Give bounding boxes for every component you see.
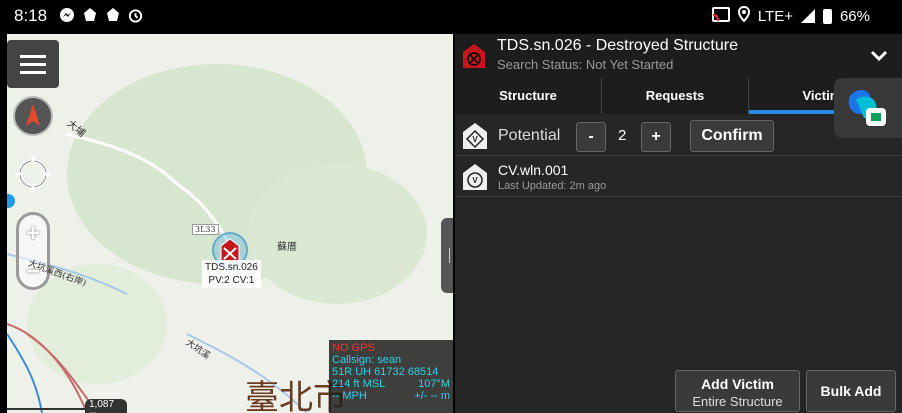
location-info-box: NO GPS Callsign: sean 51R UH 61732 68514…: [329, 340, 453, 413]
status-right: LTE+ 66%: [711, 5, 870, 26]
signal-icon: [800, 9, 815, 23]
altitude-text: 214 ft MSL: [332, 378, 386, 390]
marker-label-counts: PV:2 CV:1: [208, 275, 255, 286]
video-call-app-icon: [848, 90, 886, 126]
potential-label: Potential: [498, 127, 561, 144]
add-victim-sublabel: Entire Structure: [692, 394, 783, 409]
potential-victim-icon: V: [463, 123, 487, 149]
map-place-label: 蘇厝: [277, 242, 297, 253]
svg-text:V: V: [472, 135, 478, 144]
svg-text:V: V: [472, 176, 478, 185]
locate-button[interactable]: [13, 154, 53, 194]
zoom-control: + −: [16, 212, 50, 290]
notification-icon: [81, 6, 98, 23]
victim-name: CV.wln.001: [498, 162, 569, 178]
floating-app-bubble[interactable]: [834, 78, 902, 138]
altitude-row: 214 ft MSL 107°M: [332, 378, 450, 390]
panel-header: TDS.sn.026 - Destroyed Structure Search …: [455, 34, 902, 78]
victim-last-updated: Last Updated: 2m ago: [498, 180, 607, 192]
potential-increment-button[interactable]: +: [641, 122, 671, 152]
compass-icon: [26, 104, 40, 126]
potential-value: 2: [618, 127, 627, 144]
compass-button[interactable]: [13, 96, 53, 136]
battery-icon: [822, 8, 832, 24]
callsign-text: Callsign: sean: [332, 354, 402, 366]
grid-ref: 51R UH 61732 68514: [332, 366, 450, 378]
crosshair-icon: [15, 156, 51, 192]
grid-ref-text: 51R UH 61732 68514: [332, 366, 439, 378]
marker-label: TDS.sn.026 PV:2 CV:1: [202, 260, 261, 288]
marker-label-id: TDS.sn.026: [205, 262, 258, 273]
tab-requests-label: Requests: [645, 88, 705, 103]
bulk-add-button[interactable]: Bulk Add: [806, 370, 896, 412]
battery-label: 66%: [839, 7, 870, 25]
add-victim-label: Add Victim: [701, 376, 774, 392]
callsign: Callsign: sean: [332, 354, 450, 366]
panel-resize-handle[interactable]: [441, 218, 453, 293]
status-time: 8:18: [14, 6, 48, 25]
alarm-icon: [127, 6, 144, 23]
scale-label: 1,087 m: [85, 399, 127, 413]
status-bar: 8:18 LTE+ 66%: [0, 0, 902, 34]
menu-button[interactable]: [7, 40, 59, 88]
zoom-in-button[interactable]: +: [19, 215, 47, 253]
location-icon: [737, 5, 750, 26]
cast-icon: [711, 6, 730, 26]
chevron-down-icon: [870, 50, 888, 62]
tab-requests[interactable]: Requests: [602, 78, 749, 114]
speed-text: -- MPH: [332, 390, 367, 402]
messenger-icon: [58, 6, 75, 23]
collapse-button[interactable]: [870, 46, 888, 67]
confirm-button[interactable]: Confirm: [690, 120, 774, 152]
network-label: LTE+: [757, 7, 793, 25]
potential-decrement-button[interactable]: -: [576, 122, 606, 152]
victim-list-item[interactable]: V CV.wln.001 Last Updated: 2m ago: [455, 157, 902, 197]
accuracy-text: +/- -- m: [414, 390, 450, 402]
heading-text: 107°M: [418, 378, 450, 390]
tab-structure[interactable]: Structure: [455, 78, 602, 114]
confirmed-victim-icon: V: [463, 164, 487, 190]
hamburger-icon-bar: [20, 70, 46, 74]
search-status: Search Status: Not Yet Started: [497, 57, 674, 72]
notification-icon: [104, 6, 121, 23]
tab-structure-label: Structure: [499, 88, 557, 103]
add-victim-button[interactable]: Add Victim Entire Structure: [675, 370, 800, 412]
speed-row: -- MPH +/- -- m: [332, 390, 450, 402]
map-view[interactable]: + − 大埔 3L33 蘇厝 大坑溪西(右岸) 大坑溪 臺北市 TDS.sn.0…: [7, 34, 453, 413]
gps-status: NO GPS: [332, 342, 375, 354]
hamburger-icon-bar: [20, 62, 46, 66]
map-scale: 1,087 m: [7, 399, 127, 413]
destroyed-structure-icon: [463, 44, 485, 68]
status-left-icons: [58, 6, 144, 23]
panel-title: TDS.sn.026 - Destroyed Structure: [497, 37, 738, 54]
hamburger-icon-bar: [20, 54, 46, 58]
